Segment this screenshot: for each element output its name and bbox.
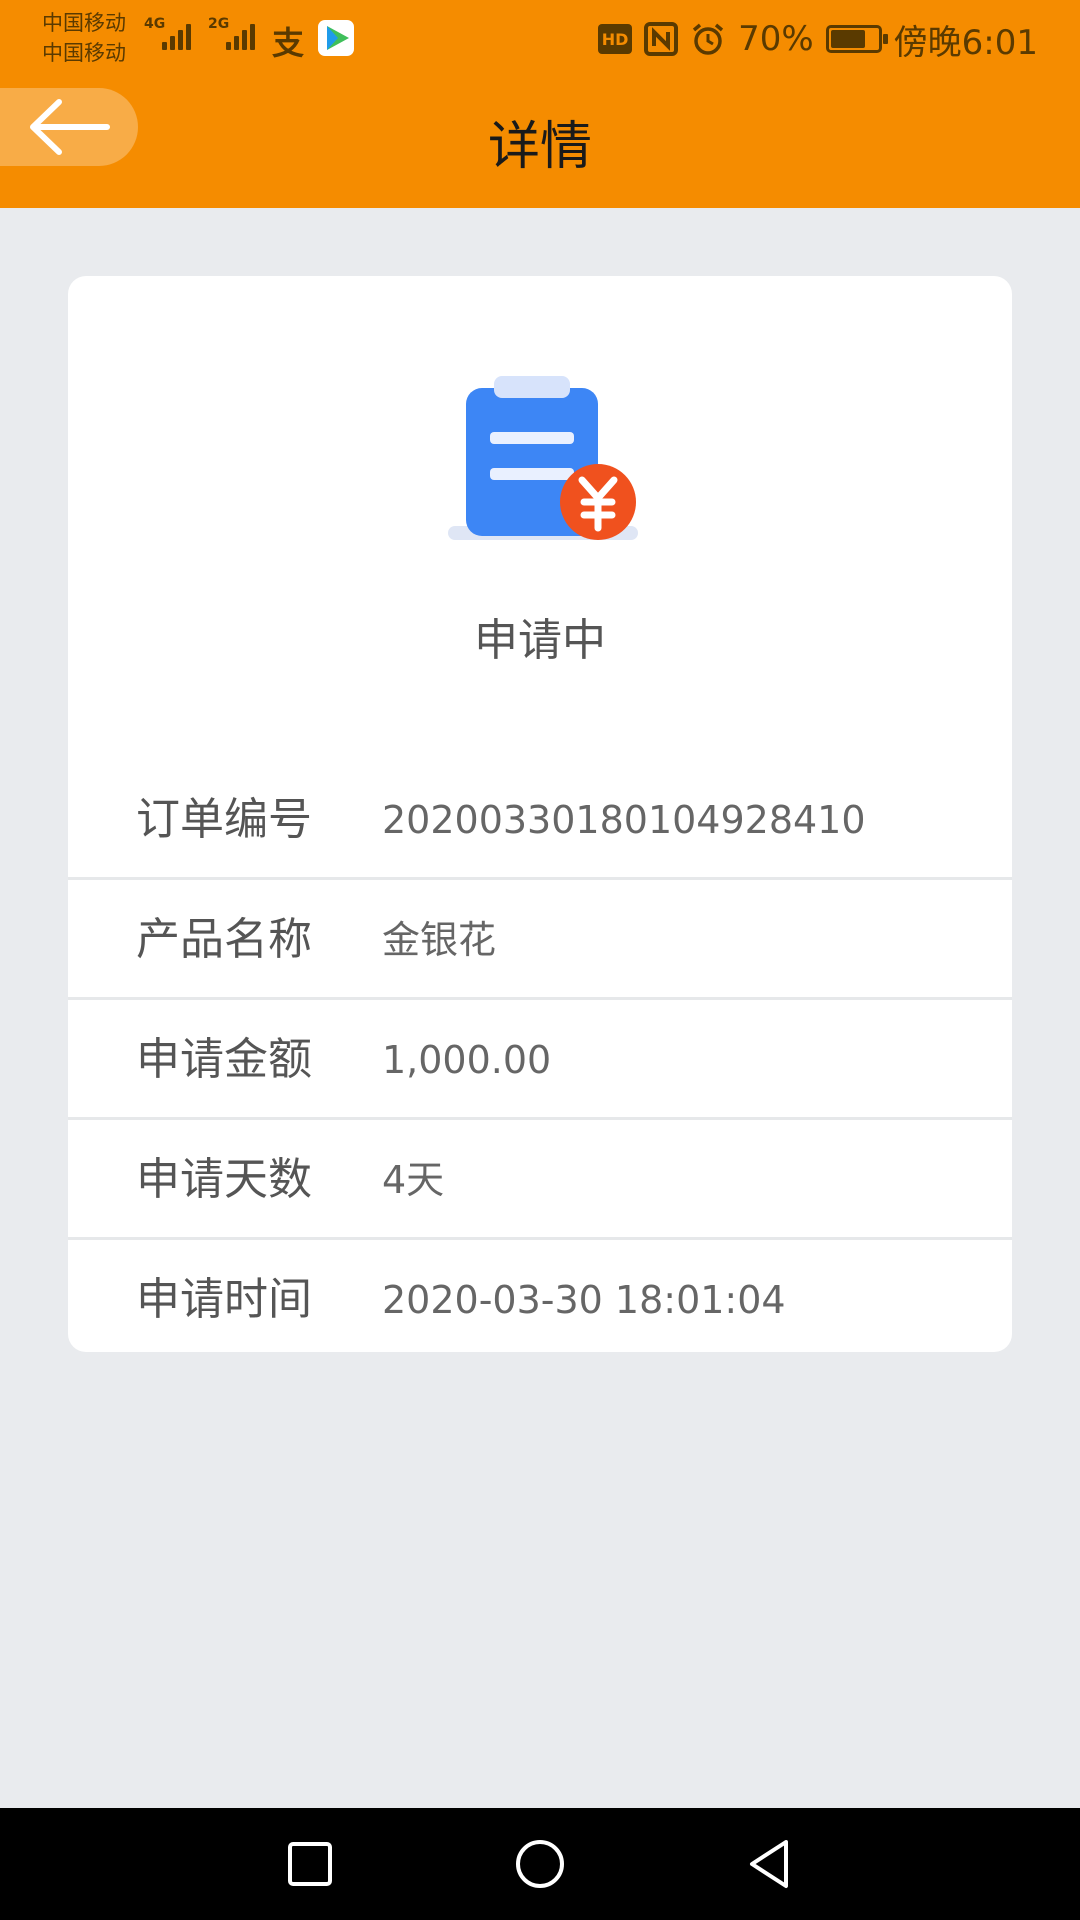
product-name-label: 产品名称: [136, 914, 312, 965]
battery-icon: [825, 25, 888, 53]
page-title: 详情: [487, 117, 592, 177]
clipboard-yuan-icon: [448, 376, 638, 540]
detail-list: 订单编号 20200330180104928410 产品名称 金银花 申请金额 …: [68, 760, 1012, 1352]
header: 中国移动 中国移动 4G 2G 支 HD 70% 傍晚6:01 详情: [0, 0, 1080, 208]
time-value: 2020-03-30 18:01:04: [382, 1278, 786, 1322]
square-icon: [288, 1842, 332, 1886]
detail-row-amount: 申请金额 1,000.00: [68, 1000, 1012, 1120]
alarm-icon: [692, 23, 724, 55]
carrier-labels: 中国移动 中国移动: [42, 8, 126, 68]
system-nav-bar: [0, 1808, 1080, 1920]
clock: 傍晚6:01: [893, 22, 1038, 63]
detail-row-product-name: 产品名称 金银花: [68, 880, 1012, 1000]
home-button[interactable]: [512, 1836, 568, 1892]
status-text: 申请中: [474, 615, 606, 666]
amount-label: 申请金额: [136, 1034, 312, 1085]
nfc-icon: [644, 22, 679, 56]
detail-row-order-number: 订单编号 20200330180104928410: [68, 760, 1012, 880]
battery-percent: 70%: [738, 19, 814, 59]
product-name-value: 金银花: [382, 918, 497, 962]
triangle-back-icon: [750, 1840, 788, 1888]
status-bar: 中国移动 中国移动 4G 2G 支 HD 70% 傍晚6:01: [0, 0, 1080, 80]
circle-icon: [516, 1840, 564, 1888]
carrier-2: 中国移动: [42, 41, 126, 65]
order-number-value: 20200330180104928410: [382, 798, 866, 842]
order-number-label: 订单编号: [136, 794, 312, 845]
time-label: 申请时间: [136, 1274, 312, 1325]
hd-icon: HD: [598, 24, 633, 54]
days-label: 申请天数: [136, 1154, 312, 1205]
alipay-icon: 支: [272, 24, 305, 62]
signal-4g-icon: 4G: [144, 16, 200, 50]
app-screen: 中国移动 中国移动 4G 2G 支 HD 70% 傍晚6:01 详情 申请中 订…: [0, 0, 1080, 1920]
recents-button[interactable]: [282, 1836, 338, 1892]
title-bar: 详情: [0, 80, 1080, 208]
video-app-icon: [318, 20, 354, 56]
carrier-1: 中国移动: [42, 11, 126, 35]
days-value: 4天: [382, 1158, 445, 1202]
system-status: HD 70% 傍晚6:01: [598, 14, 1038, 64]
nav-back-button[interactable]: [742, 1836, 798, 1892]
signal-2g-icon: 2G: [208, 16, 264, 50]
amount-value: 1,000.00: [382, 1038, 552, 1082]
detail-row-days: 申请天数 4天: [68, 1120, 1012, 1240]
detail-card: 申请中 订单编号 20200330180104928410 产品名称 金银花 申…: [68, 276, 1012, 1352]
detail-row-time: 申请时间 2020-03-30 18:01:04: [68, 1240, 1012, 1352]
